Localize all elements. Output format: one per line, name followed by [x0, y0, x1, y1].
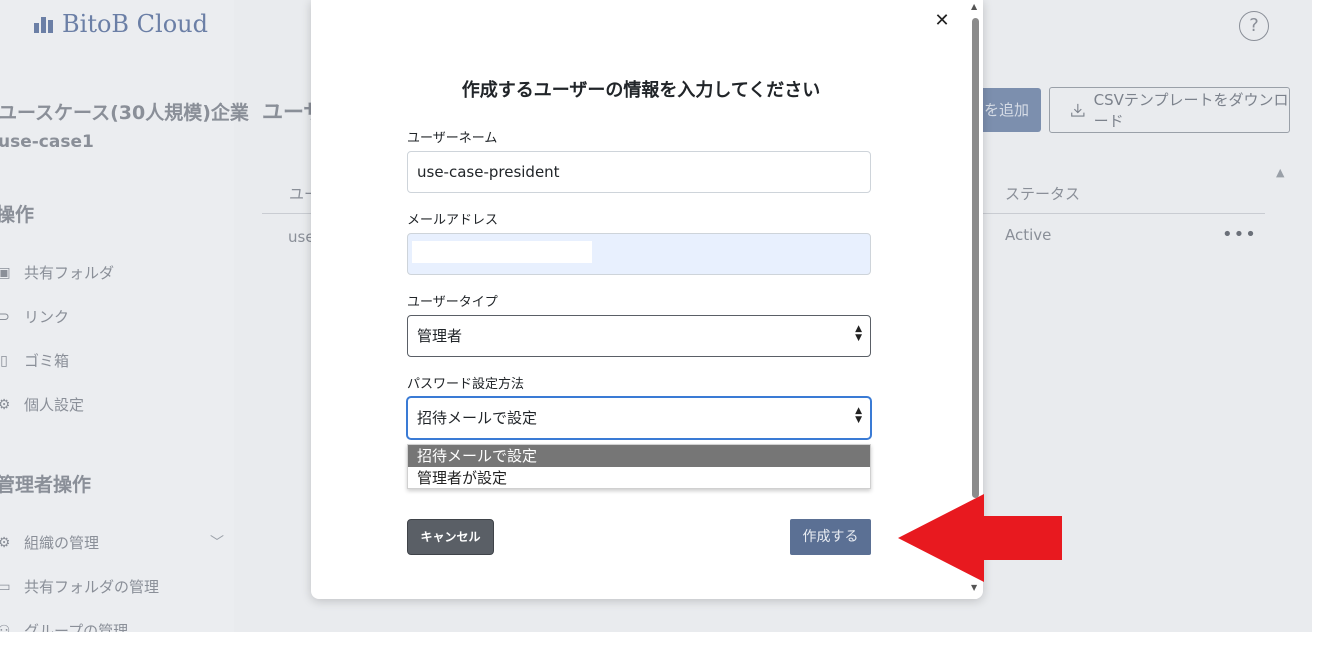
password-method-dropdown: 招待メールで設定 管理者が設定	[407, 444, 871, 489]
sidebar-item-personal-settings[interactable]: ⚙ 個人設定	[0, 394, 84, 415]
gear-icon: ⚙	[0, 534, 11, 551]
trash-icon: ▯	[0, 352, 8, 369]
password-method-select[interactable]: 招待メールで設定 ▲ ▼	[407, 397, 871, 439]
section-title-admin: 管理者操作	[0, 474, 92, 496]
close-icon[interactable]: ✕	[930, 9, 954, 33]
sidebar-item-shared-folder[interactable]: ▣ 共有フォルダ	[0, 262, 114, 283]
scroll-up-icon[interactable]: ▲	[971, 2, 977, 11]
sidebar-item-label: 組織の管理	[24, 534, 100, 552]
create-button[interactable]: 作成する	[790, 519, 871, 555]
sidebar-item-label: 共有フォルダ	[24, 264, 115, 282]
gear-icon: ⚙	[0, 396, 11, 413]
select-updown-icon: ▲ ▼	[855, 324, 862, 343]
chevron-down-icon[interactable]: ﹀	[210, 532, 224, 552]
scroll-down-icon[interactable]: ▼	[971, 583, 977, 592]
folder-icon: ▣	[0, 264, 11, 281]
username-input[interactable]: use-case-president	[407, 151, 871, 193]
password-method-value: 招待メールで設定	[417, 409, 538, 427]
logo-text: BitoB Cloud	[62, 10, 208, 38]
sidebar-item-label: グループの管理	[24, 622, 129, 632]
link-icon: ⊃	[0, 308, 10, 325]
csv-button-label: CSVテンプレートをダウンロード	[1093, 91, 1289, 130]
modal-title: 作成するユーザーの情報を入力してください	[461, 80, 821, 101]
sidebar: BitoB Cloud ユースケース(30人規模)企業 use-case1 操作…	[0, 0, 249, 632]
sidebar-item-group-management[interactable]: ⚇ グループの管理	[0, 620, 128, 632]
create-user-modal: ✕ 作成するユーザーの情報を入力してください ユーザーネーム use-case-…	[311, 0, 983, 599]
scrollbar-thumb[interactable]	[972, 18, 979, 498]
usertype-select[interactable]: 管理者 ▲ ▼	[407, 315, 871, 357]
sidebar-item-label: 共有フォルダの管理	[24, 578, 160, 596]
sidebar-item-label: ゴミ箱	[24, 352, 70, 370]
org-id: use-case1	[0, 132, 94, 152]
logo-icon	[34, 15, 56, 33]
download-icon	[1071, 103, 1085, 117]
usertype-value: 管理者	[417, 327, 463, 345]
table-cell-status: Active	[1005, 226, 1052, 244]
group-icon: ⚇	[0, 622, 11, 633]
table-header-status[interactable]: ステータス	[1005, 183, 1080, 204]
email-label: メールアドレス	[407, 213, 499, 228]
dropdown-option-admin-set[interactable]: 管理者が設定	[408, 467, 870, 489]
dropdown-option-invite-email[interactable]: 招待メールで設定	[408, 445, 870, 467]
org-name: ユースケース(30人規模)企業	[0, 102, 249, 124]
usertype-label: ユーザータイプ	[407, 295, 498, 310]
sidebar-item-label: 個人設定	[24, 396, 85, 414]
sidebar-item-trash[interactable]: ▯ ゴミ箱	[0, 350, 69, 371]
username-label: ユーザーネーム	[407, 131, 498, 146]
help-icon[interactable]: ?	[1239, 11, 1269, 41]
sort-up-icon[interactable]: ▲	[1276, 166, 1284, 179]
sidebar-item-link[interactable]: ⊃ リンク	[0, 306, 69, 327]
password-method-label: パスワード設定方法	[407, 377, 525, 392]
cancel-button[interactable]: キャンセル	[407, 519, 494, 555]
logo: BitoB Cloud	[34, 10, 208, 38]
redacted-email	[412, 241, 592, 263]
sidebar-item-folder-management[interactable]: ▭ 共有フォルダの管理	[0, 576, 159, 597]
row-menu-icon[interactable]: •••	[1222, 224, 1257, 245]
section-title-ops: 操作	[0, 204, 35, 226]
email-input[interactable]	[407, 233, 871, 275]
select-updown-icon: ▲ ▼	[855, 406, 862, 425]
sidebar-item-label: リンク	[24, 308, 70, 326]
csv-template-download-button[interactable]: CSVテンプレートをダウンロード	[1049, 87, 1290, 133]
sidebar-item-org-management[interactable]: ⚙ 組織の管理	[0, 532, 99, 553]
red-arrow-annotation	[898, 494, 1062, 582]
folder-icon: ▭	[0, 578, 11, 595]
